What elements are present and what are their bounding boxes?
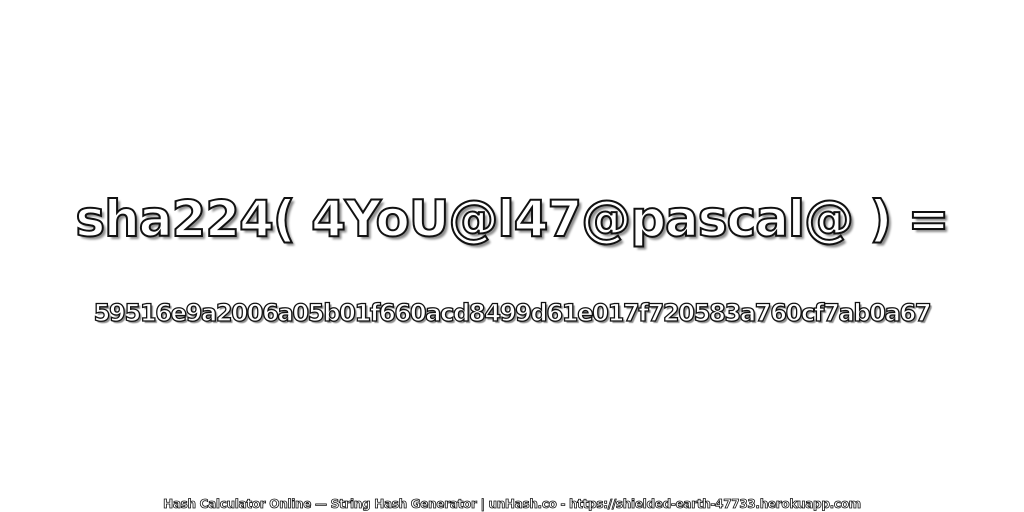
footer-credit-text: Hash Calculator Online — String Hash Gen… xyxy=(163,497,862,512)
hash-value-text: 59516e9a2006a05b01f660acd8499d61e017f720… xyxy=(93,298,932,327)
hash-expression-title: sha224( 4YoU@l47@pascal@ ) = xyxy=(74,189,950,249)
hash-image-canvas: sha224( 4YoU@l47@pascal@ ) = 59516e9a200… xyxy=(0,0,1024,512)
